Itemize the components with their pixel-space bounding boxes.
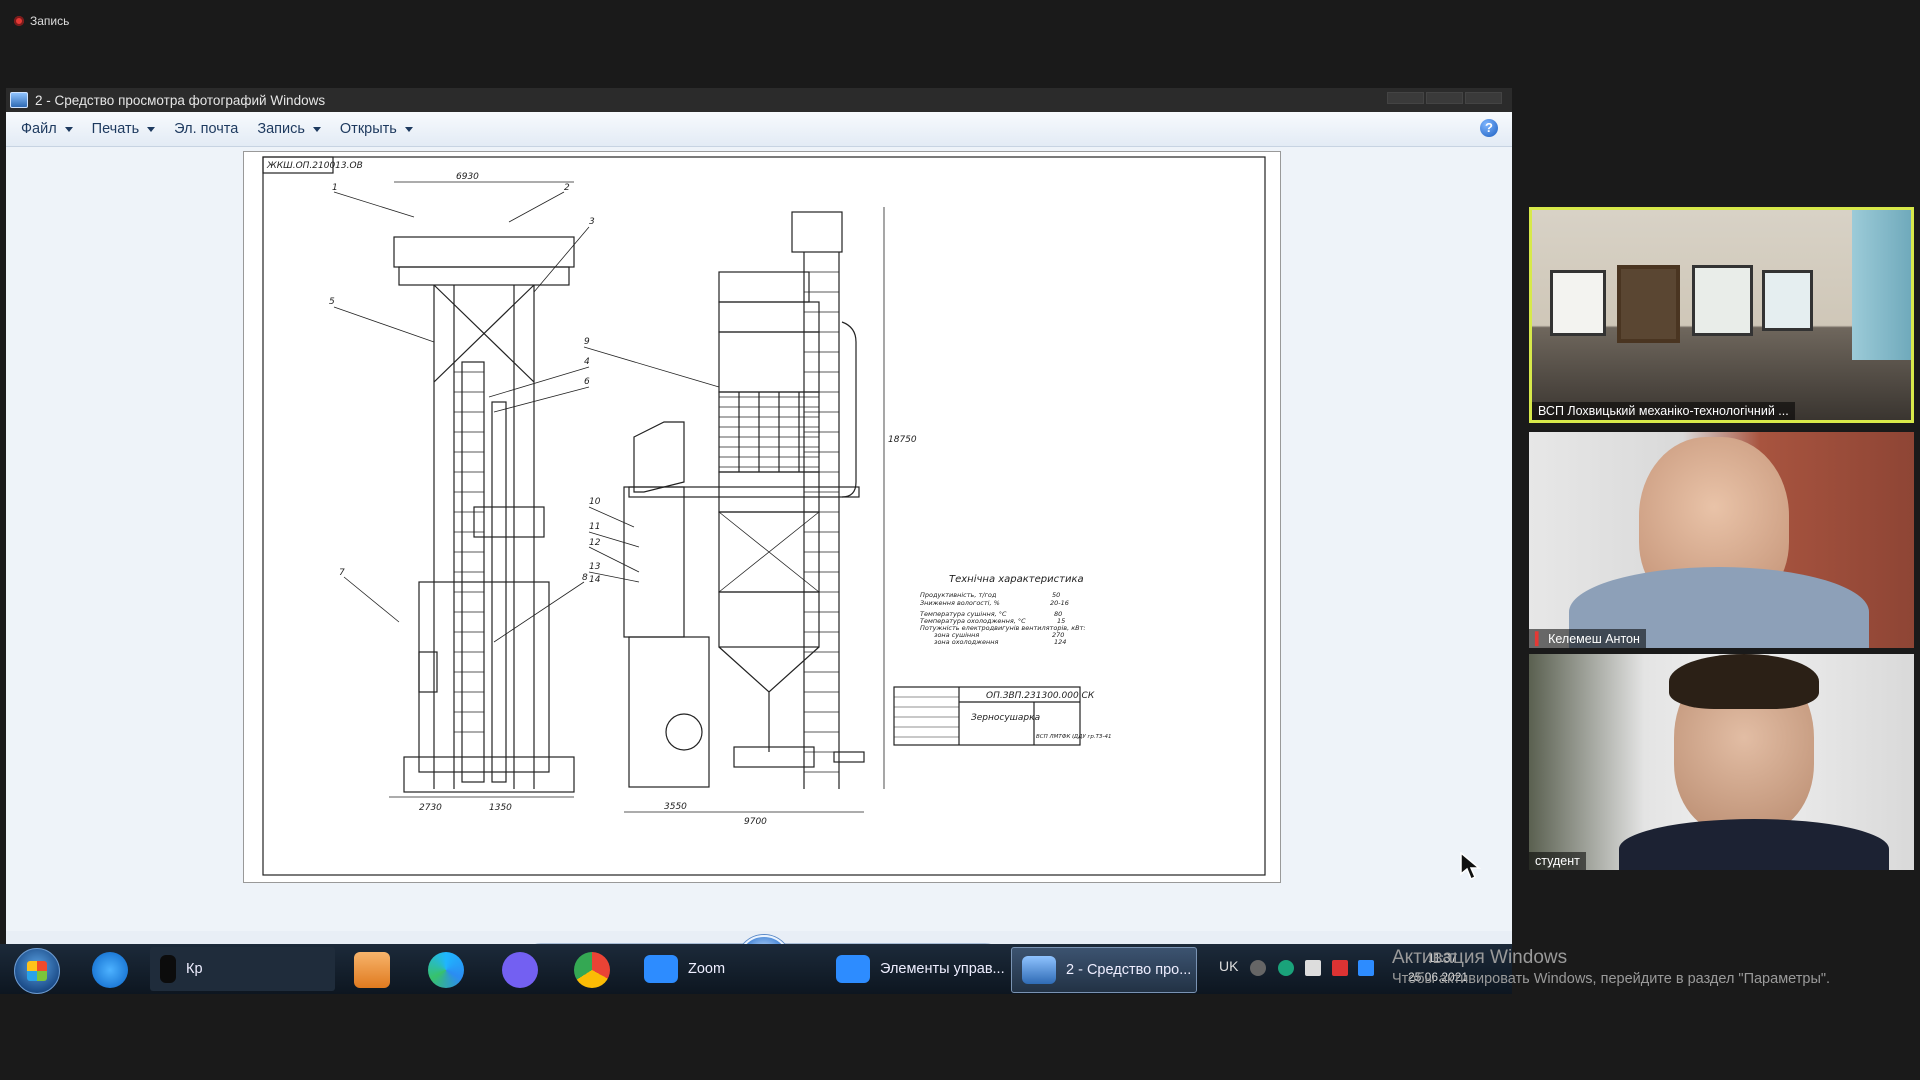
windows-taskbar: Кр Zoom Элементы управ... 2 - Средство п…: [0, 944, 1512, 994]
minimize-button[interactable]: [1387, 92, 1424, 104]
image-canvas[interactable]: ЖКШ.ОП.210013.ОВ 6930 18750 2730 1350 35…: [6, 147, 1512, 931]
menu-file[interactable]: Файл: [21, 121, 73, 137]
svg-text:1350: 1350: [489, 803, 512, 813]
chevron-down-icon: [312, 126, 321, 132]
svg-text:6: 6: [584, 377, 590, 387]
svg-text:3: 3: [589, 217, 595, 227]
svg-text:8: 8: [582, 573, 588, 583]
menu-email[interactable]: Эл. почта: [174, 121, 238, 137]
participant-tile-student[interactable]: студент: [1529, 654, 1914, 870]
svg-text:6930: 6930: [456, 172, 479, 182]
svg-text:зона охолодження: зона охолодження: [934, 638, 999, 646]
edge-icon[interactable]: [428, 952, 464, 988]
taskbar-item-kr[interactable]: Кр: [150, 947, 335, 991]
close-button[interactable]: [1465, 92, 1502, 104]
clipboard-icon[interactable]: [1305, 960, 1321, 976]
start-button[interactable]: [14, 948, 60, 994]
svg-text:7: 7: [339, 568, 345, 578]
record-icon: [14, 16, 24, 26]
menu-burn[interactable]: Запись: [257, 121, 321, 137]
chrome-icon[interactable]: [574, 952, 610, 988]
svg-text:Зниження вологості, %: Зниження вологості, %: [920, 599, 1000, 607]
svg-text:5: 5: [329, 297, 335, 307]
svg-text:10: 10: [589, 497, 601, 507]
svg-text:3550: 3550: [664, 802, 687, 812]
tech-spec-title: Технічна характеристика: [949, 573, 1084, 585]
wall-poster: [1692, 265, 1753, 336]
menu-print[interactable]: Печать: [92, 121, 156, 137]
shield-icon[interactable]: [1332, 960, 1348, 976]
participant-name: студент: [1529, 852, 1586, 870]
chevron-down-icon: [64, 126, 73, 132]
svg-text:18750: 18750: [888, 435, 917, 445]
svg-text:9: 9: [584, 337, 590, 347]
language-indicator[interactable]: UK: [1219, 958, 1238, 974]
window: [1852, 210, 1911, 360]
svg-text:20-16: 20-16: [1050, 599, 1069, 607]
drawing-stamp: ЖКШ.ОП.210013.ОВ: [266, 161, 363, 171]
technical-drawing: ЖКШ.ОП.210013.ОВ 6930 18750 2730 1350 35…: [243, 151, 1281, 883]
svg-text:2: 2: [564, 183, 570, 193]
photo-viewer-icon: [10, 92, 28, 108]
mouse-cursor-icon: [1460, 852, 1482, 881]
photo-viewer-icon: [1022, 956, 1056, 984]
person-shirt: [1619, 819, 1889, 870]
wall-poster: [1550, 270, 1606, 336]
participant-tile-kelemesh[interactable]: ▍ Келемеш Антон: [1529, 432, 1914, 648]
svg-text:2730: 2730: [419, 803, 442, 813]
svg-text:9700: 9700: [744, 817, 767, 827]
svg-text:Продуктивність, т/год: Продуктивність, т/год: [920, 591, 997, 599]
wall-poster: [1617, 265, 1680, 343]
menu-open[interactable]: Открыть: [340, 121, 413, 137]
title-block-code: ОП.ЗВП.231300.000 СК: [986, 691, 1095, 701]
svg-text:124: 124: [1054, 638, 1066, 646]
network-icon[interactable]: [1250, 960, 1266, 976]
svg-text:4: 4: [584, 357, 590, 367]
app-icon: [160, 955, 176, 983]
chevron-down-icon: [147, 126, 156, 132]
recording-label: Запись: [30, 14, 70, 28]
svg-text:12: 12: [589, 538, 601, 548]
window-controls: [1387, 92, 1502, 104]
svg-text:ВСП ЛМТФК ІДДУ гр.ТЗ-41: ВСП ЛМТФК ІДДУ гр.ТЗ-41: [1036, 734, 1111, 740]
zoom-app-icon: [644, 955, 678, 983]
window-title: 2 - Средство просмотра фотографий Window…: [35, 92, 326, 108]
zoom-meeting-icon[interactable]: [1358, 960, 1374, 976]
chevron-down-icon: [404, 126, 413, 132]
drawing-svg: ЖКШ.ОП.210013.ОВ 6930 18750 2730 1350 35…: [262, 156, 1266, 876]
help-icon[interactable]: ?: [1480, 119, 1498, 137]
taskbar-item-photo-viewer[interactable]: 2 - Средство про...: [1011, 947, 1197, 993]
recording-indicator: Запись: [14, 14, 69, 28]
svg-text:14: 14: [589, 575, 601, 585]
title-block-name: Зерносушарка: [971, 713, 1040, 723]
svg-text:1: 1: [332, 183, 338, 193]
muted-microphone-icon: ▍: [1535, 632, 1545, 646]
zoom-app-icon: [836, 955, 870, 983]
zoom-tray-icon[interactable]: [1278, 960, 1294, 976]
maximize-button[interactable]: [1426, 92, 1463, 104]
wall-poster: [1762, 270, 1813, 331]
window-titlebar[interactable]: 2 - Средство просмотра фотографий Window…: [6, 88, 1512, 112]
svg-text:50: 50: [1052, 591, 1060, 599]
taskbar-item-zoom[interactable]: Zoom: [634, 947, 819, 991]
media-player-icon[interactable]: [354, 952, 390, 988]
viber-icon[interactable]: [502, 952, 538, 988]
menu-bar: Файл Печать Эл. почта Запись Открыть ?: [6, 112, 1512, 147]
participant-tile-classroom[interactable]: ВСП Лохвицький механіко-технологічний ..…: [1529, 207, 1914, 423]
person-hair: [1669, 654, 1819, 709]
activation-watermark: Активация Windows Чтобы активировать Win…: [1392, 947, 1831, 987]
svg-text:11: 11: [589, 522, 600, 532]
participant-name: ▍ Келемеш Антон: [1529, 629, 1646, 648]
svg-text:13: 13: [589, 562, 601, 572]
participant-name: ВСП Лохвицький механіко-технологічний ..…: [1532, 402, 1795, 420]
internet-explorer-icon[interactable]: [92, 952, 128, 988]
photo-viewer-window: 2 - Средство просмотра фотографий Window…: [6, 88, 1512, 993]
taskbar-item-zoom-controls[interactable]: Элементы управ...: [826, 947, 1006, 991]
